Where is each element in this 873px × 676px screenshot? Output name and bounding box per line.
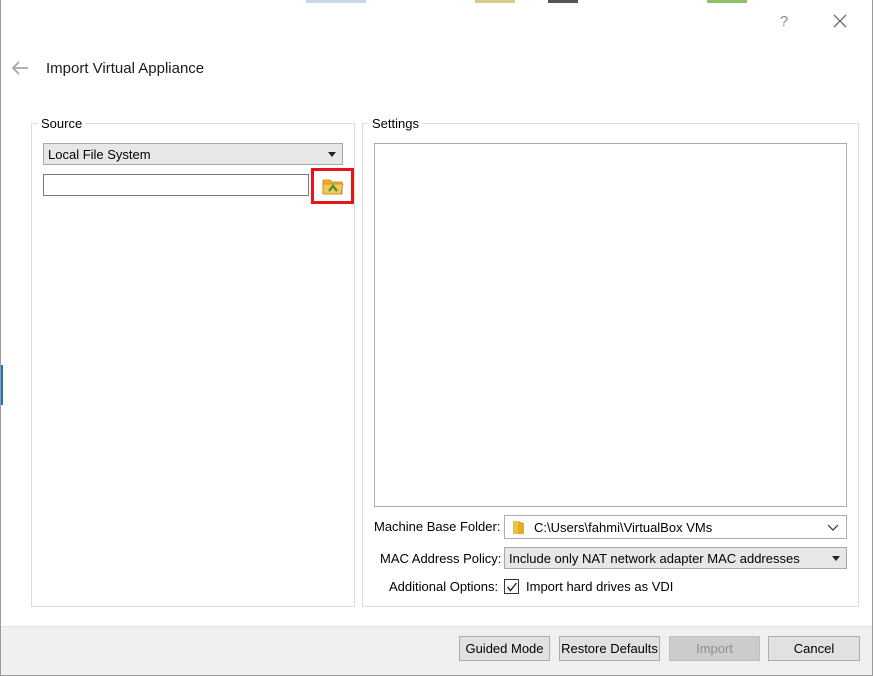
help-button[interactable]: ? [770,8,798,34]
open-file-button[interactable] [311,168,354,204]
background-strip [548,0,578,3]
close-icon [833,14,847,28]
import-vdi-checkbox[interactable] [504,579,519,594]
cancel-button[interactable]: Cancel [768,636,860,661]
source-select[interactable]: Local File System [43,143,343,165]
import-button[interactable]: Import [669,636,760,661]
file-path-input[interactable] [43,174,309,196]
source-group-label: Source [38,116,86,131]
guided-mode-button[interactable]: Guided Mode [459,636,550,661]
folder-icon [513,521,524,534]
arrow-left-icon [11,61,28,75]
folder-open-icon [322,179,343,195]
settings-group-label: Settings [369,116,422,131]
dropdown-arrow-icon [328,152,336,157]
mac-policy-value: Include only NAT network adapter MAC add… [509,550,800,566]
dropdown-arrow-icon [832,556,840,561]
background-strip [707,0,747,3]
chevron-down-icon [827,524,839,531]
page-title: Import Virtual Appliance [46,60,205,77]
check-icon [506,582,517,592]
source-select-value: Local File System [48,146,151,162]
machine-base-folder-select[interactable]: C:\Users\fahmi\VirtualBox VMs [504,515,847,539]
additional-options-label: Additional Options: [389,579,499,594]
machine-base-folder-label: Machine Base Folder: [374,519,501,534]
appliance-settings-list[interactable] [374,143,847,507]
machine-base-folder-value: C:\Users\fahmi\VirtualBox VMs [534,519,713,535]
background-strip [306,0,366,3]
background-edge [0,365,3,405]
import-vdi-label[interactable]: Import hard drives as VDI [526,579,673,594]
background-strip [475,0,515,3]
mac-policy-label: MAC Address Policy: [380,551,502,566]
mac-policy-select[interactable]: Include only NAT network adapter MAC add… [504,547,847,569]
back-button[interactable] [9,57,33,79]
restore-defaults-button[interactable]: Restore Defaults [559,636,660,661]
close-button[interactable] [826,8,854,34]
